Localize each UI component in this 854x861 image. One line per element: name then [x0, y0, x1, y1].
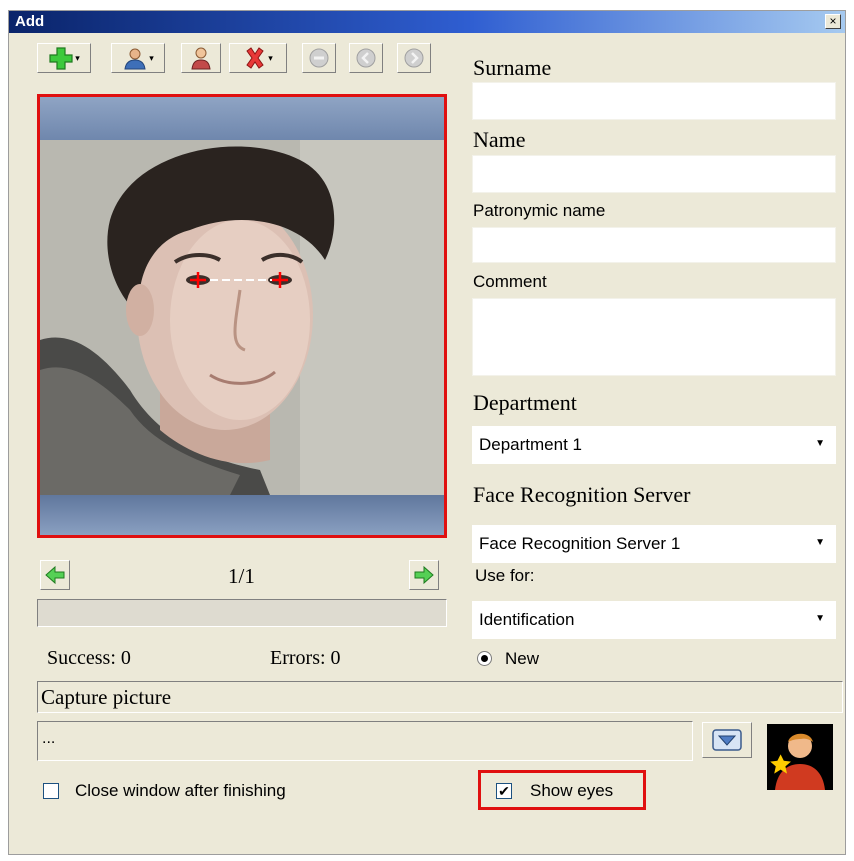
user-menu-button[interactable]: ▾ — [111, 43, 165, 73]
forward-circle-icon — [404, 48, 424, 68]
close-button[interactable]: × — [825, 14, 841, 29]
path-value: ... — [42, 730, 56, 747]
minus-circle-icon — [309, 48, 329, 68]
browse-button[interactable] — [702, 722, 752, 758]
show-eyes-checkbox[interactable]: ✔ — [496, 783, 512, 799]
arrow-right-icon — [414, 565, 434, 585]
prev-photo-button[interactable] — [40, 560, 70, 590]
person-button[interactable] — [181, 43, 221, 73]
new-radio[interactable] — [477, 651, 492, 666]
face-illustration — [40, 140, 444, 495]
add-icon — [49, 47, 73, 70]
progress-bar — [37, 599, 447, 627]
forward-disabled-button[interactable] — [397, 43, 431, 73]
success-count: Success: 0 — [47, 647, 131, 669]
department-value: Department 1 — [479, 435, 582, 454]
new-radio-label: New — [505, 649, 540, 668]
photo-bottom-band — [40, 495, 444, 535]
photo-top-band — [40, 97, 444, 140]
dropdown-caret: ▾ — [268, 52, 273, 63]
surname-label: Surname — [473, 55, 552, 80]
server-label: Face Recognition Server — [473, 482, 691, 507]
user-menu-icon — [124, 48, 146, 70]
errors-count: Errors: 0 — [270, 647, 341, 669]
user-avatar-icon — [770, 733, 825, 790]
download-icon — [712, 729, 742, 751]
arrow-left-icon — [45, 565, 65, 585]
use-for-value: Identification — [479, 610, 575, 629]
patronymic-input[interactable] — [472, 227, 836, 263]
server-value: Face Recognition Server 1 — [479, 534, 681, 553]
delete-button[interactable]: ▾ — [229, 43, 287, 73]
comment-label: Comment — [473, 272, 547, 291]
patronymic-label: Patronymic name — [473, 201, 606, 220]
department-label: Department — [473, 390, 577, 415]
face-photo — [40, 140, 444, 495]
dropdown-caret: ▾ — [75, 52, 80, 63]
back-disabled-button[interactable] — [349, 43, 383, 73]
user-avatar — [767, 724, 833, 790]
name-label: Name — [473, 127, 526, 152]
dropdown-caret: ▾ — [149, 52, 154, 63]
dropdown-arrow-icon: ▼ — [815, 537, 825, 548]
next-photo-button[interactable] — [409, 560, 439, 590]
capture-label: Capture picture — [41, 685, 172, 709]
radio-dot — [481, 655, 488, 662]
check-icon: ✔ — [498, 783, 510, 799]
department-select[interactable]: Department 1 ▼ — [472, 426, 836, 464]
server-select[interactable]: Face Recognition Server 1 ▼ — [472, 525, 836, 563]
surname-input[interactable] — [472, 82, 836, 120]
dropdown-arrow-icon: ▼ — [815, 438, 825, 449]
photo-frame[interactable] — [37, 94, 447, 538]
path-input[interactable]: ... — [37, 721, 693, 761]
photo-counter: 1/1 — [228, 564, 255, 588]
delete-icon — [246, 47, 264, 69]
comment-input[interactable] — [472, 298, 836, 376]
close-after-checkbox[interactable] — [43, 783, 59, 799]
add-button[interactable]: ▾ — [37, 43, 91, 73]
remove-disabled-button[interactable] — [302, 43, 336, 73]
close-after-label: Close window after finishing — [75, 781, 286, 800]
use-for-select[interactable]: Identification ▼ — [472, 601, 836, 639]
use-for-label: Use for: — [475, 566, 535, 585]
title-bar: Add × — [9, 11, 845, 33]
window-title: Add — [15, 13, 45, 30]
show-eyes-label: Show eyes — [530, 781, 614, 800]
dropdown-arrow-icon: ▼ — [815, 613, 825, 624]
person-icon — [191, 47, 211, 70]
capture-picture-bar[interactable]: Capture picture — [37, 681, 843, 713]
back-circle-icon — [356, 48, 376, 68]
name-input[interactable] — [472, 155, 836, 193]
